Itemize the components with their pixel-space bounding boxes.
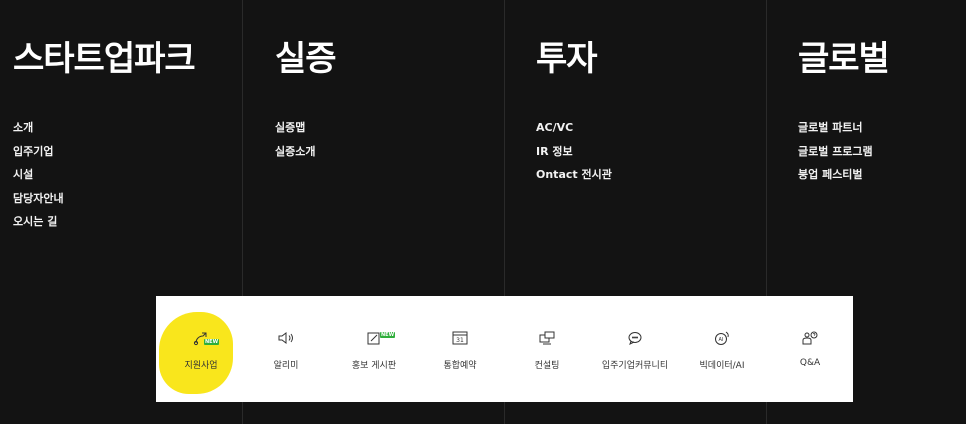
consulting-icon [537, 330, 557, 346]
menu-list-demonstration: 실증맵 실증소개 [275, 121, 315, 168]
menu-item-contacts[interactable]: 담당자안내 [13, 192, 64, 216]
megaphone-icon [276, 330, 296, 346]
new-badge: NEW [204, 339, 220, 345]
menu-list-investment: AC/VC IR 정보 Ontact 전시관 [536, 121, 612, 192]
quick-item-support[interactable]: NEW 지원사업 [156, 296, 246, 402]
ai-icon-text: AI [719, 337, 724, 343]
column-title-investment[interactable]: 투자 [536, 38, 598, 80]
quick-item-label: 지원사업 [184, 361, 218, 371]
highlight-mark [159, 312, 233, 394]
menu-item-tenants[interactable]: 입주기업 [13, 145, 64, 169]
quick-item-label: 입주기업커뮤니티 [601, 361, 669, 371]
new-badge: NEW [380, 332, 396, 338]
quick-item-label: 알리미 [273, 361, 299, 371]
column-title-global[interactable]: 글로벌 [798, 38, 890, 80]
menu-item-facilities[interactable]: 시설 [13, 168, 64, 192]
quick-item-pr-board[interactable]: NEW 홍보 게시판 [329, 296, 419, 402]
menu-item-intro[interactable]: 소개 [13, 121, 64, 145]
qna-icon [800, 330, 820, 346]
menu-item-demo-map[interactable]: 실증맵 [275, 121, 315, 145]
menu-item-directions[interactable]: 오시는 길 [13, 215, 64, 239]
menu-item-ir-info[interactable]: IR 정보 [536, 145, 612, 169]
menu-item-festival[interactable]: 붕업 페스티벌 [798, 168, 873, 192]
menu-item-ac-vc[interactable]: AC/VC [536, 121, 612, 145]
quick-item-qna[interactable]: Q&A [765, 296, 855, 402]
menu-list-global: 글로벌 파트너 글로벌 프로그램 붕업 페스티벌 [798, 121, 873, 192]
quick-item-label: 홍보 게시판 [351, 361, 397, 371]
quick-item-bigdata-ai[interactable]: AI 빅데이터/AI [677, 296, 767, 402]
menu-item-demo-intro[interactable]: 실증소개 [275, 145, 315, 169]
menu-item-ontact-hall[interactable]: Ontact 전시관 [536, 168, 612, 192]
calendar-day-text: 31 [456, 337, 464, 344]
quick-menu-bar: NEW 지원사업 알리미 NEW 홍보 게시판 31 통합예약 컨설팅 입주기업… [156, 296, 853, 402]
menu-item-global-program[interactable]: 글로벌 프로그램 [798, 145, 873, 169]
chat-icon [625, 330, 645, 346]
quick-item-consulting[interactable]: 컨설팅 [502, 296, 592, 402]
quick-item-community[interactable]: 입주기업커뮤니티 [590, 296, 680, 402]
column-title-startup-park[interactable]: 스타트업파크 [13, 38, 196, 80]
quick-item-reservation[interactable]: 31 통합예약 [415, 296, 505, 402]
menu-item-global-partner[interactable]: 글로벌 파트너 [798, 121, 873, 145]
quick-item-notifier[interactable]: 알리미 [241, 296, 331, 402]
column-title-demonstration[interactable]: 실증 [275, 38, 337, 80]
quick-item-label: 통합예약 [443, 361, 477, 371]
quick-item-label: Q&A [799, 358, 821, 368]
ai-icon: AI [712, 330, 732, 346]
calendar-icon: 31 [450, 330, 470, 346]
quick-item-label: 컨설팅 [534, 361, 560, 371]
menu-list-startup-park: 소개 입주기업 시설 담당자안내 오시는 길 [13, 121, 64, 239]
quick-item-label: 빅데이터/AI [699, 361, 745, 371]
